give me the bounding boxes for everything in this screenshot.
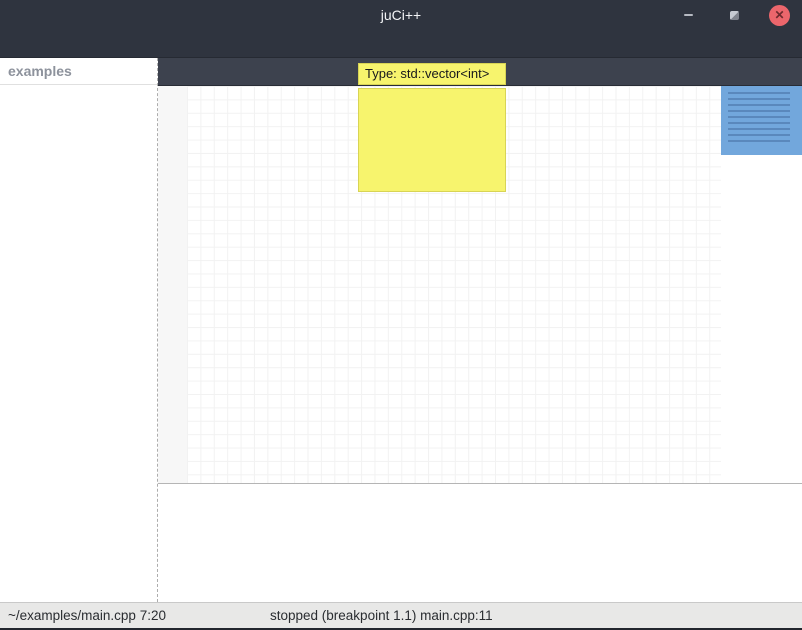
status-file-position: ~/examples/main.cpp 7:20	[8, 608, 166, 623]
close-button[interactable]: ✕	[769, 5, 790, 26]
status-bar: ~/examples/main.cpp 7:20 stopped (breakp…	[0, 602, 802, 630]
file-tree	[0, 85, 157, 88]
project-name: examples	[0, 58, 157, 85]
minimize-icon	[684, 14, 693, 16]
status-debug-state: stopped (breakpoint 1.1) main.cpp:11	[270, 608, 493, 623]
line-number-gutter	[158, 86, 187, 483]
minimize-button[interactable]	[677, 4, 699, 26]
file-tree-panel: examples	[0, 58, 158, 602]
window-controls: ✕	[677, 0, 790, 30]
menubar	[0, 30, 802, 58]
value-tooltip	[358, 88, 506, 192]
type-tooltip-text: Type: std::vector<int>	[365, 66, 489, 81]
output-panel[interactable]	[158, 484, 802, 602]
restore-button[interactable]	[723, 4, 745, 26]
minimap[interactable]	[721, 86, 802, 155]
type-tooltip: Type: std::vector<int>	[358, 63, 506, 85]
restore-icon	[730, 11, 739, 20]
window-title: juCi++	[381, 7, 421, 23]
app-window: juCi++ ✕ examples	[0, 0, 802, 630]
minimap-code-lines	[728, 92, 790, 144]
titlebar[interactable]: juCi++ ✕	[0, 0, 802, 30]
close-icon: ✕	[774, 8, 784, 22]
